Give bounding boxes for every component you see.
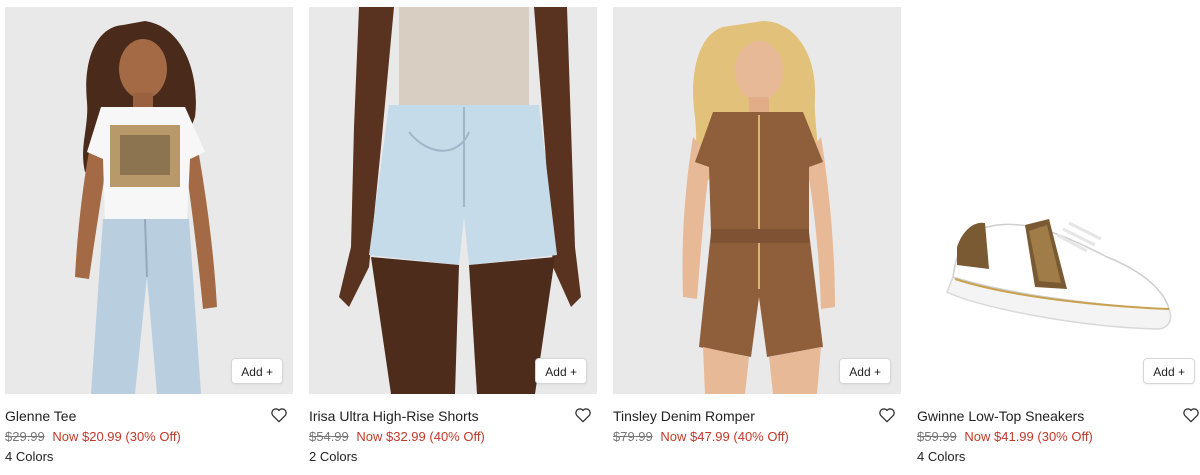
denim-shorts-illustration xyxy=(339,7,581,394)
product-name[interactable]: Tinsley Denim Romper xyxy=(613,408,755,424)
product-card[interactable]: Add + Tinsley Denim Romper $79.99 Now $4… xyxy=(613,7,901,472)
heart-icon[interactable] xyxy=(1181,405,1200,425)
color-count[interactable]: 2 Colors xyxy=(309,447,597,467)
product-name[interactable]: Irisa Ultra High-Rise Shorts xyxy=(309,408,479,424)
product-grid: Add + Glenne Tee $29.99 Now $20.99 (30% … xyxy=(0,0,1200,475)
product-card[interactable]: Add + Irisa Ultra High-Rise Shorts $54.9… xyxy=(309,7,597,472)
product-image[interactable]: Add + xyxy=(309,7,597,394)
model-tee-jeans-illustration xyxy=(75,21,217,394)
product-card[interactable]: Add + Glenne Tee $29.99 Now $20.99 (30% … xyxy=(5,7,293,472)
add-to-bag-button[interactable]: Add + xyxy=(1143,358,1195,384)
price-row: $59.99 Now $41.99 (30% Off) xyxy=(917,427,1200,447)
sale-price: Now $47.99 (40% Off) xyxy=(660,429,789,444)
product-info: Gwinne Low-Top Sneakers $59.99 Now $41.9… xyxy=(917,405,1200,467)
heart-icon[interactable] xyxy=(877,405,897,425)
romper-model-illustration xyxy=(682,21,835,394)
original-price: $29.99 xyxy=(5,429,45,444)
original-price: $79.99 xyxy=(613,429,653,444)
sale-price: Now $20.99 (30% Off) xyxy=(52,429,181,444)
heart-icon[interactable] xyxy=(269,405,289,425)
product-image[interactable]: Add + xyxy=(5,7,293,394)
product-card[interactable]: Add + Gwinne Low-Top Sneakers $59.99 Now… xyxy=(917,7,1200,472)
sale-price: Now $41.99 (30% Off) xyxy=(964,429,1093,444)
product-image[interactable]: Add + xyxy=(613,7,901,394)
add-to-bag-button[interactable]: Add + xyxy=(231,358,283,384)
name-row: Tinsley Denim Romper xyxy=(613,405,901,427)
product-name[interactable]: Gwinne Low-Top Sneakers xyxy=(917,408,1084,424)
name-row: Irisa Ultra High-Rise Shorts xyxy=(309,405,597,427)
product-info: Irisa Ultra High-Rise Shorts $54.99 Now … xyxy=(309,405,597,467)
sale-price: Now $32.99 (40% Off) xyxy=(356,429,485,444)
product-info: Tinsley Denim Romper $79.99 Now $47.99 (… xyxy=(613,405,901,447)
color-count[interactable]: 4 Colors xyxy=(917,447,1200,467)
original-price: $54.99 xyxy=(309,429,349,444)
add-to-bag-button[interactable]: Add + xyxy=(535,358,587,384)
product-image[interactable]: Add + xyxy=(917,7,1200,394)
name-row: Glenne Tee xyxy=(5,405,293,427)
price-row: $54.99 Now $32.99 (40% Off) xyxy=(309,427,597,447)
product-info: Glenne Tee $29.99 Now $20.99 (30% Off) 4… xyxy=(5,405,293,467)
price-row: $79.99 Now $47.99 (40% Off) xyxy=(613,427,901,447)
sneaker-illustration xyxy=(946,219,1172,330)
heart-icon[interactable] xyxy=(573,405,593,425)
color-count[interactable]: 4 Colors xyxy=(5,447,293,467)
add-to-bag-button[interactable]: Add + xyxy=(839,358,891,384)
product-name[interactable]: Glenne Tee xyxy=(5,408,76,424)
original-price: $59.99 xyxy=(917,429,957,444)
name-row: Gwinne Low-Top Sneakers xyxy=(917,405,1200,427)
price-row: $29.99 Now $20.99 (30% Off) xyxy=(5,427,293,447)
